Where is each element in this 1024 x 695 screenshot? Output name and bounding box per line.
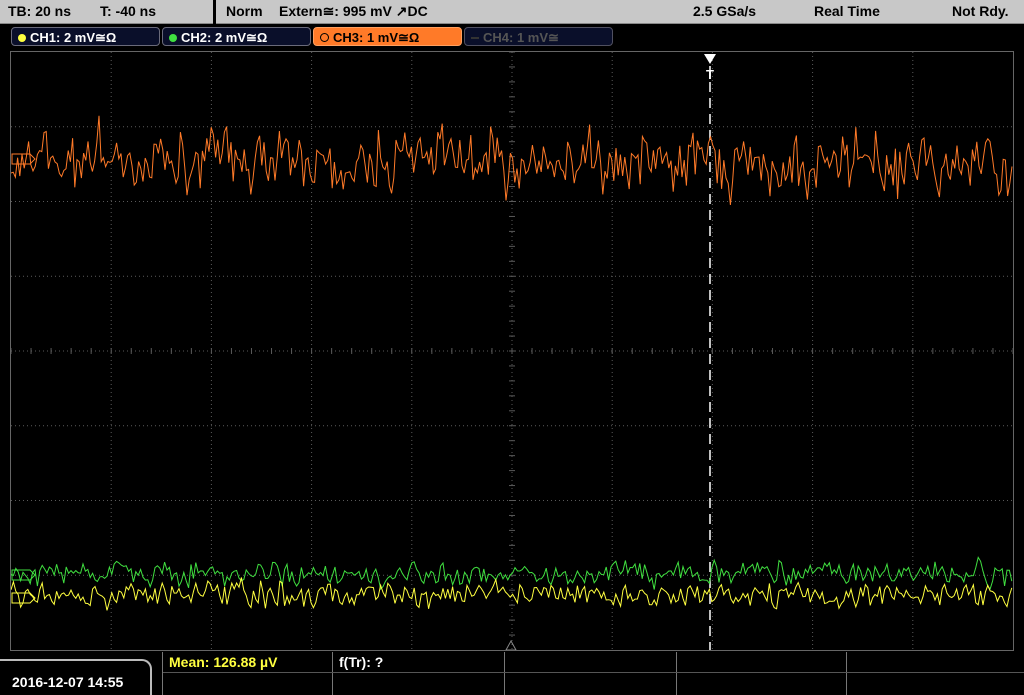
timebase-panel[interactable]: TB: 20 ns T: -40 ns xyxy=(0,0,213,24)
measurement-slot-7 xyxy=(333,673,505,695)
channel-1-button[interactable]: CH1: 2 mV≅Ω xyxy=(11,27,160,46)
timebase-label: TB: 20 ns xyxy=(8,3,72,19)
measurement-row-1: Mean: 126.88 µV f(Tr): ? xyxy=(163,652,1024,673)
measurement-row-2 xyxy=(163,673,1024,695)
trigger-position-label: T: -40 ns xyxy=(100,3,157,19)
date-time-label: 2016-12-07 14:55 xyxy=(12,674,124,690)
measurement-slot-9 xyxy=(677,673,847,695)
center-reference-marker-icon xyxy=(505,639,517,650)
waveform-display[interactable]: T xyxy=(10,51,1014,651)
waveform-canvas: T xyxy=(11,52,1013,650)
mean-measurement: Mean: 126.88 µV xyxy=(163,652,333,672)
channel-3-button[interactable]: CH3: 1 mV≅Ω xyxy=(313,27,462,46)
channel-4-indicator-icon xyxy=(471,37,479,39)
measurement-slot-3 xyxy=(505,652,677,672)
trigger-source-label: Extern≅: 995 mV ↗DC xyxy=(279,3,428,19)
measurement-slot-4 xyxy=(677,652,847,672)
date-time-panel: 2016-12-07 14:55 xyxy=(0,659,152,695)
run-status-label: Not Rdy. xyxy=(952,3,1009,19)
channel-4-label: CH4: 1 mV≅ xyxy=(483,30,559,45)
channel-1-label: CH1: 2 mV≅Ω xyxy=(30,30,117,45)
top-status-bar: TB: 20 ns T: -40 ns Norm Extern≅: 995 mV… xyxy=(0,0,1024,24)
channel-4-button[interactable]: CH4: 1 mV≅ xyxy=(464,27,613,46)
channel-2-trace xyxy=(11,556,1013,591)
channel-2-indicator-icon xyxy=(169,34,177,42)
channel-bar: CH1: 2 mV≅Ω CH2: 2 mV≅Ω CH3: 1 mV≅Ω CH4:… xyxy=(0,25,1024,49)
frequency-measurement: f(Tr): ? xyxy=(333,652,505,672)
acquisition-mode-label: Real Time xyxy=(814,3,880,19)
measurement-slot-10 xyxy=(847,673,1024,695)
measurement-slot-8 xyxy=(505,673,677,695)
measurement-panel[interactable]: Mean: 126.88 µV f(Tr): ? xyxy=(162,652,1024,695)
channel-3-label: CH3: 1 mV≅Ω xyxy=(333,30,420,45)
channel-3-indicator-icon xyxy=(320,33,329,42)
measurement-slot-5 xyxy=(847,652,1024,672)
trigger-marker-label: T xyxy=(706,67,714,82)
channel-2-button[interactable]: CH2: 2 mV≅Ω xyxy=(162,27,311,46)
sample-rate-label: 2.5 GSa/s xyxy=(693,3,757,19)
trigger-marker-icon[interactable] xyxy=(704,54,716,64)
trigger-mode-label: Norm xyxy=(226,3,263,19)
acquisition-status-panel[interactable]: Norm Extern≅: 995 mV ↗DC 2.5 GSa/s Real … xyxy=(216,0,1024,24)
measurement-slot-6 xyxy=(163,673,333,695)
channel-2-label: CH2: 2 mV≅Ω xyxy=(181,30,268,45)
channel-1-indicator-icon xyxy=(18,34,26,42)
